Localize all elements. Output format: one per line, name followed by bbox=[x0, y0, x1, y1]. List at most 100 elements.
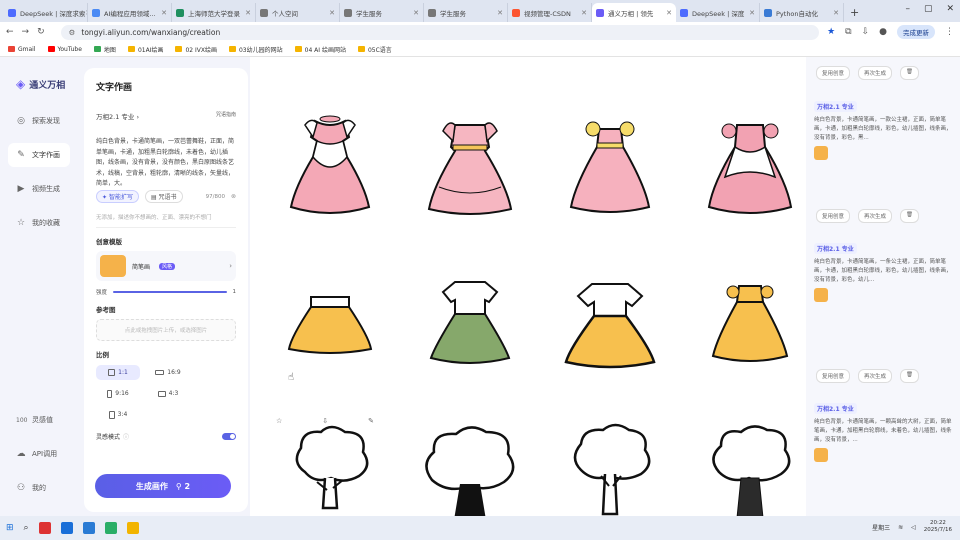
wechat-icon[interactable] bbox=[104, 522, 117, 534]
result-image[interactable] bbox=[550, 417, 670, 527]
browser-tab[interactable]: 个人空间 ✕ bbox=[256, 3, 340, 22]
bookmark-item[interactable]: 02 IVX绘画 bbox=[175, 45, 217, 54]
negative-prompt-input[interactable]: 无添加，描述你不想画的、正面、漂亮的不想门 bbox=[96, 213, 236, 228]
browser-tab[interactable]: Python自动化 ✕ bbox=[760, 3, 844, 22]
result-image[interactable] bbox=[690, 267, 810, 377]
bookmark-item[interactable]: 地图 bbox=[93, 45, 116, 54]
result-image[interactable] bbox=[550, 107, 670, 217]
forward-icon[interactable]: → bbox=[22, 27, 30, 37]
vscode-icon[interactable] bbox=[82, 522, 95, 534]
bookmark-item[interactable]: 04 AI 绘画网站 bbox=[294, 45, 346, 54]
menu-icon[interactable]: ⋮ bbox=[945, 27, 954, 37]
bookmark-item[interactable]: Gmail bbox=[8, 46, 36, 53]
close-icon[interactable]: ✕ bbox=[946, 4, 954, 14]
ratio-option[interactable]: 4:3 bbox=[146, 386, 190, 401]
help-icon[interactable]: ⓘ bbox=[123, 432, 129, 441]
result-image[interactable] bbox=[270, 107, 390, 217]
result-image[interactable] bbox=[270, 267, 390, 377]
ratio-option[interactable]: 1:1 bbox=[96, 365, 140, 380]
prompt-textarea[interactable]: 纯白色背景，卡通简笔画，一双芭蕾舞鞋，正面，简单笔画，卡通，加粗黑白轮廓线，未着… bbox=[96, 137, 236, 187]
sidebar-bottom-item[interactable]: ☁ API调用 bbox=[8, 442, 70, 466]
sidebar-item[interactable]: ▶ 视频生成 bbox=[8, 177, 70, 201]
wifi-icon[interactable]: ≋ bbox=[898, 524, 903, 531]
close-tab-icon[interactable]: ✕ bbox=[581, 9, 587, 17]
browser-tab[interactable]: DeepSeek | 深度 ✕ bbox=[676, 3, 760, 22]
mail-icon[interactable] bbox=[60, 522, 73, 534]
delete-icon[interactable]: 🗑 bbox=[900, 209, 920, 223]
clear-icon[interactable]: ⊗ bbox=[231, 193, 236, 200]
result-image[interactable] bbox=[410, 107, 530, 217]
bookmark-star-icon[interactable]: ★ bbox=[827, 27, 835, 37]
sidebar-item[interactable]: ✎ 文字作画 bbox=[8, 143, 70, 167]
result-image[interactable] bbox=[410, 417, 530, 527]
inspiration-mode-toggle[interactable] bbox=[222, 433, 236, 440]
regenerate-button[interactable]: 再次生成 bbox=[858, 209, 893, 223]
strength-slider[interactable] bbox=[113, 291, 227, 293]
reload-icon[interactable]: ↻ bbox=[37, 27, 45, 37]
regenerate-button[interactable]: 再次生成 bbox=[858, 369, 893, 383]
browser-tab[interactable]: 学生服务 ✕ bbox=[340, 3, 424, 22]
ratio-option[interactable]: 9:16 bbox=[96, 386, 140, 401]
browser-tab[interactable]: DeepSeek | 深度求索✕ bbox=[4, 3, 88, 22]
close-tab-icon[interactable]: ✕ bbox=[666, 9, 672, 17]
reuse-idea-button[interactable]: 复用创意 bbox=[816, 209, 851, 223]
reference-upload[interactable]: 点此或拖拽图片上传，或选择图片 bbox=[96, 319, 236, 341]
close-tab-icon[interactable]: ✕ bbox=[413, 9, 419, 17]
result-image[interactable] bbox=[270, 417, 390, 527]
volume-icon[interactable]: ◁ bbox=[911, 524, 916, 531]
update-button[interactable]: 完成更新 bbox=[897, 25, 935, 39]
url-field[interactable]: ⚙ tongyi.aliyun.com/wanxiang/creation bbox=[60, 24, 820, 40]
ratio-option[interactable]: 3:4 bbox=[96, 407, 140, 422]
smart-expand-button[interactable]: ✦ 智能扩写 bbox=[96, 190, 139, 203]
result-image[interactable] bbox=[410, 267, 530, 377]
style-selector[interactable]: 简笔画 风格 › bbox=[96, 251, 236, 281]
sidebar-bottom-item[interactable]: ⚇ 我的 bbox=[8, 476, 70, 500]
sidebar-bottom-item[interactable]: 100 灵感值 bbox=[8, 408, 70, 432]
site-info-icon[interactable]: ⚙ bbox=[69, 28, 76, 37]
close-tab-icon[interactable]: ✕ bbox=[497, 9, 503, 17]
search-icon[interactable]: ⌕ bbox=[24, 523, 29, 533]
result-image[interactable] bbox=[550, 267, 670, 377]
clock[interactable]: 20:22 2025/7/16 bbox=[924, 520, 952, 534]
delete-icon[interactable]: 🗑 bbox=[900, 369, 920, 383]
regenerate-button[interactable]: 再次生成 bbox=[858, 66, 893, 80]
browser-tab[interactable]: 通义万相 | 领先 ✕ bbox=[592, 3, 676, 22]
model-selector[interactable]: 万相2.1 专业 › bbox=[96, 111, 139, 121]
browser-tab[interactable]: 视频管理-CSDN ✕ bbox=[508, 3, 592, 22]
history-card[interactable]: 万相2.1 专业 纯白色背景，卡通简笔画，一颗高耸的大树，正面，简单笔画，卡通，加… bbox=[814, 403, 954, 462]
browser-tab[interactable]: 上海师范大学登录 ✕ bbox=[172, 3, 256, 22]
generate-button[interactable]: 生成画作 ⚲ 2 bbox=[95, 474, 231, 498]
bookmark-item[interactable]: 05C语言 bbox=[357, 45, 392, 54]
close-tab-icon[interactable]: ✕ bbox=[329, 9, 335, 17]
ratio-option[interactable]: 16:9 bbox=[146, 365, 190, 380]
close-tab-icon[interactable]: ✕ bbox=[245, 9, 251, 17]
history-card[interactable]: 万相2.1 专业 纯白色背景，卡通简笔画，一款公主裙，正面，简单笔画，卡通，加粗黑… bbox=[814, 101, 954, 160]
sidebar-item[interactable]: ◎ 探索发现 bbox=[8, 109, 70, 133]
maximize-icon[interactable]: ▢ bbox=[924, 4, 933, 14]
close-tab-icon[interactable]: ✕ bbox=[749, 9, 755, 17]
new-tab-icon[interactable]: + bbox=[850, 6, 859, 19]
result-image[interactable] bbox=[690, 107, 810, 217]
reuse-idea-button[interactable]: 复用创意 bbox=[816, 369, 851, 383]
prompt-guide-link[interactable]: 咒语指南 bbox=[216, 111, 236, 121]
bookmark-item[interactable]: 03幼儿园的网站 bbox=[228, 45, 283, 54]
profile-icon[interactable]: ● bbox=[879, 27, 887, 37]
spell-book-button[interactable]: ▤ 咒语书 bbox=[144, 190, 183, 203]
browser-tab[interactable]: 学生服务 ✕ bbox=[424, 3, 508, 22]
chrome-icon[interactable] bbox=[126, 522, 139, 534]
close-tab-icon[interactable]: ✕ bbox=[833, 9, 839, 17]
back-icon[interactable]: ← bbox=[6, 27, 14, 37]
delete-icon[interactable]: 🗑 bbox=[900, 66, 920, 80]
browser-tab[interactable]: AI编程应用领域... ✕ bbox=[88, 3, 172, 22]
wps-icon[interactable] bbox=[38, 522, 51, 534]
bookmark-item[interactable]: YouTube bbox=[47, 46, 82, 53]
history-card[interactable]: 万相2.1 专业 纯白色背景，卡通简笔画，一条公主裙，正面，简单笔画，卡通，加粗黑… bbox=[814, 243, 954, 302]
brand-logo[interactable]: ◈ 通义万相 bbox=[0, 57, 78, 91]
minimize-icon[interactable]: – bbox=[905, 4, 910, 14]
result-image[interactable] bbox=[690, 417, 810, 527]
download-icon[interactable]: ⇩ bbox=[862, 27, 870, 37]
sidebar-item[interactable]: ☆ 我的收藏 bbox=[8, 211, 70, 235]
bookmark-item[interactable]: 01AI绘画 bbox=[127, 45, 163, 54]
close-tab-icon[interactable]: ✕ bbox=[161, 9, 167, 17]
reuse-idea-button[interactable]: 复用创意 bbox=[816, 66, 851, 80]
